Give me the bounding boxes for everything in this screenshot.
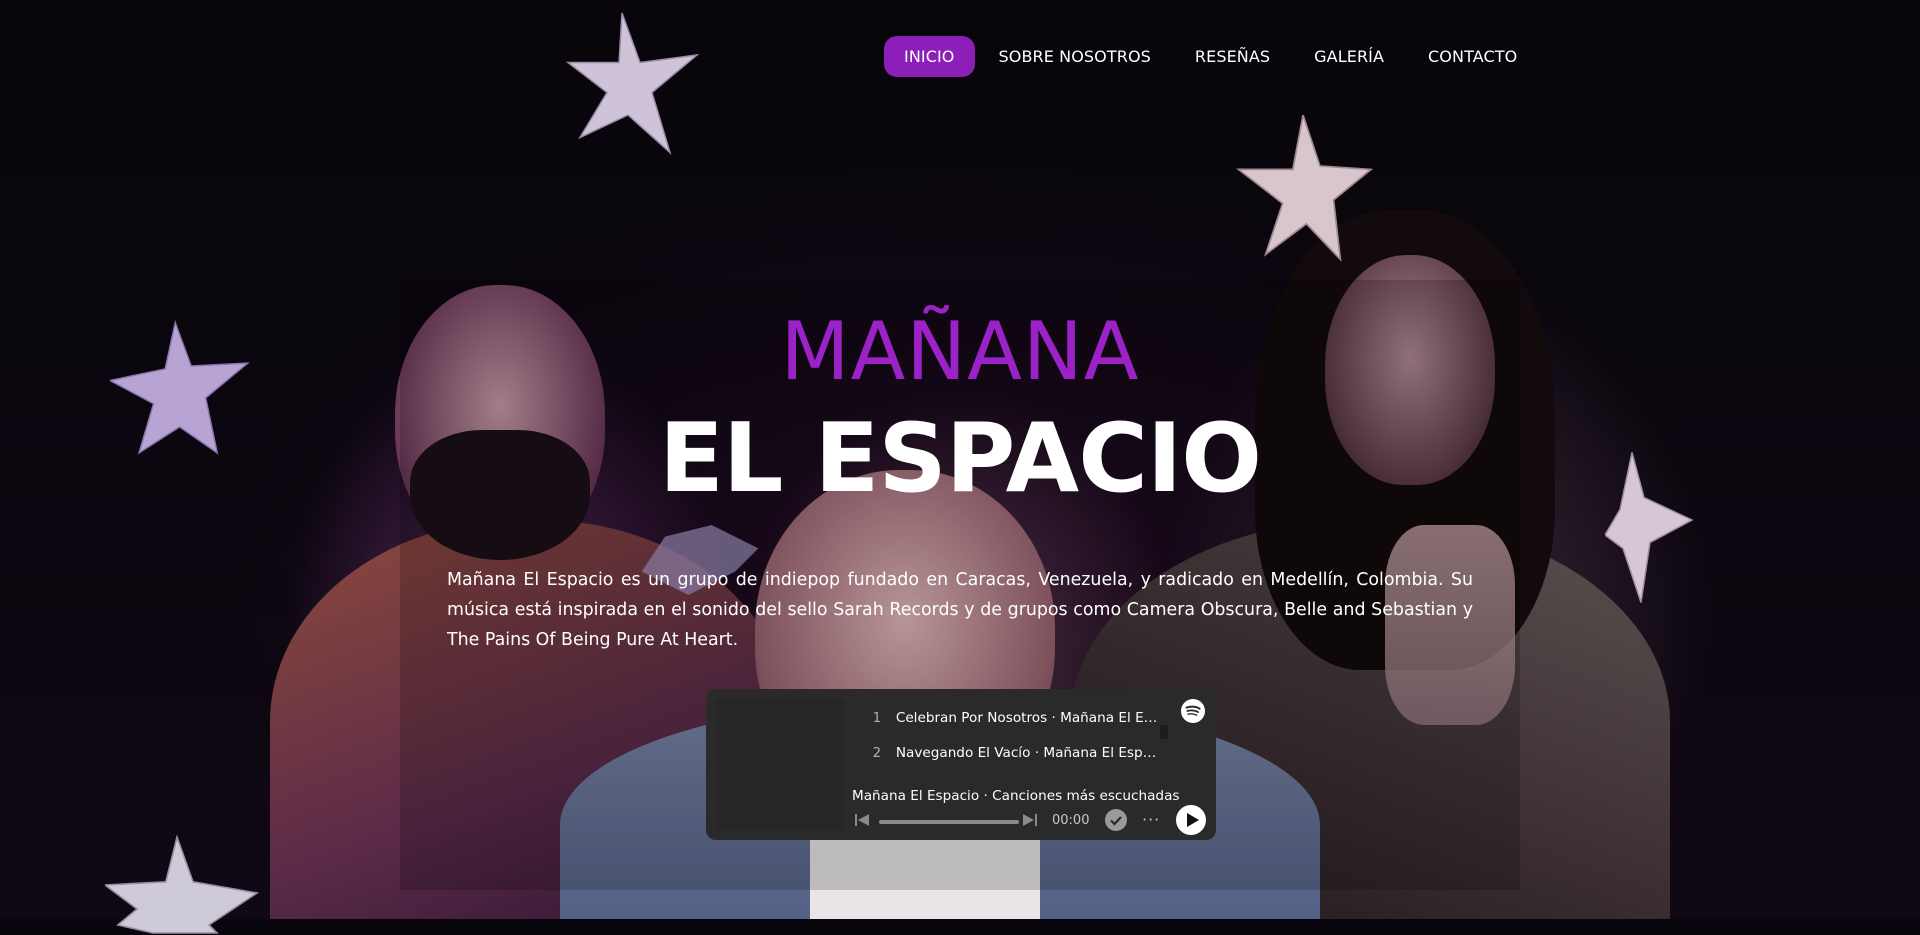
skip-back-icon[interactable]: [854, 812, 870, 828]
nav-item-sobre-nosotros[interactable]: SOBRE NOSOTROS: [979, 36, 1171, 77]
spotify-icon[interactable]: [1181, 699, 1205, 723]
track-number: 2: [872, 745, 882, 761]
skip-forward-icon[interactable]: [1022, 812, 1038, 828]
nav-item-resenas[interactable]: RESEÑAS: [1175, 36, 1290, 77]
scrollbar-thumb[interactable]: [1160, 725, 1168, 739]
star-decoration: [565, 12, 700, 155]
hero-title-bottom: EL ESPACIO: [658, 404, 1262, 514]
check-circle-icon[interactable]: [1105, 809, 1127, 831]
star-decoration: [1235, 115, 1374, 262]
track-title: Navegando El Vacío · Mañana El Espacio: [895, 745, 1164, 761]
more-icon[interactable]: ···: [1142, 810, 1160, 829]
track-row[interactable]: 2 Navegando El Vacío · Mañana El Espacio: [864, 738, 1164, 768]
player-controls: 00:00 ···: [852, 805, 1207, 835]
album-art: [716, 699, 844, 830]
progress-bar[interactable]: [879, 820, 1019, 824]
track-title: Celebran Por Nosotros · Mañana El Espaci…: [895, 710, 1164, 726]
playlist-title[interactable]: Mañana El Espacio · Canciones más escuch…: [852, 788, 1179, 804]
hero-title-top: MAÑANA: [780, 305, 1140, 398]
track-list-scrollbar[interactable]: [1160, 717, 1168, 777]
playback-time: 00:00: [1052, 813, 1090, 828]
nav-item-galeria[interactable]: GALERÍA: [1294, 36, 1404, 77]
track-row[interactable]: 1 Celebran Por Nosotros · Mañana El Espa…: [864, 703, 1164, 733]
nav-item-inicio[interactable]: INICIO: [884, 36, 975, 77]
spotify-player: 1 Celebran Por Nosotros · Mañana El Espa…: [706, 689, 1216, 840]
hero-description: Mañana El Espacio es un grupo de indiepo…: [447, 570, 1473, 651]
main-nav: INICIO SOBRE NOSOTROS RESEÑAS GALERÍA CO…: [884, 36, 1541, 77]
track-number: 1: [872, 710, 882, 726]
star-decoration: [105, 835, 260, 934]
nav-item-contacto[interactable]: CONTACTO: [1408, 36, 1537, 77]
play-icon[interactable]: [1176, 805, 1206, 835]
